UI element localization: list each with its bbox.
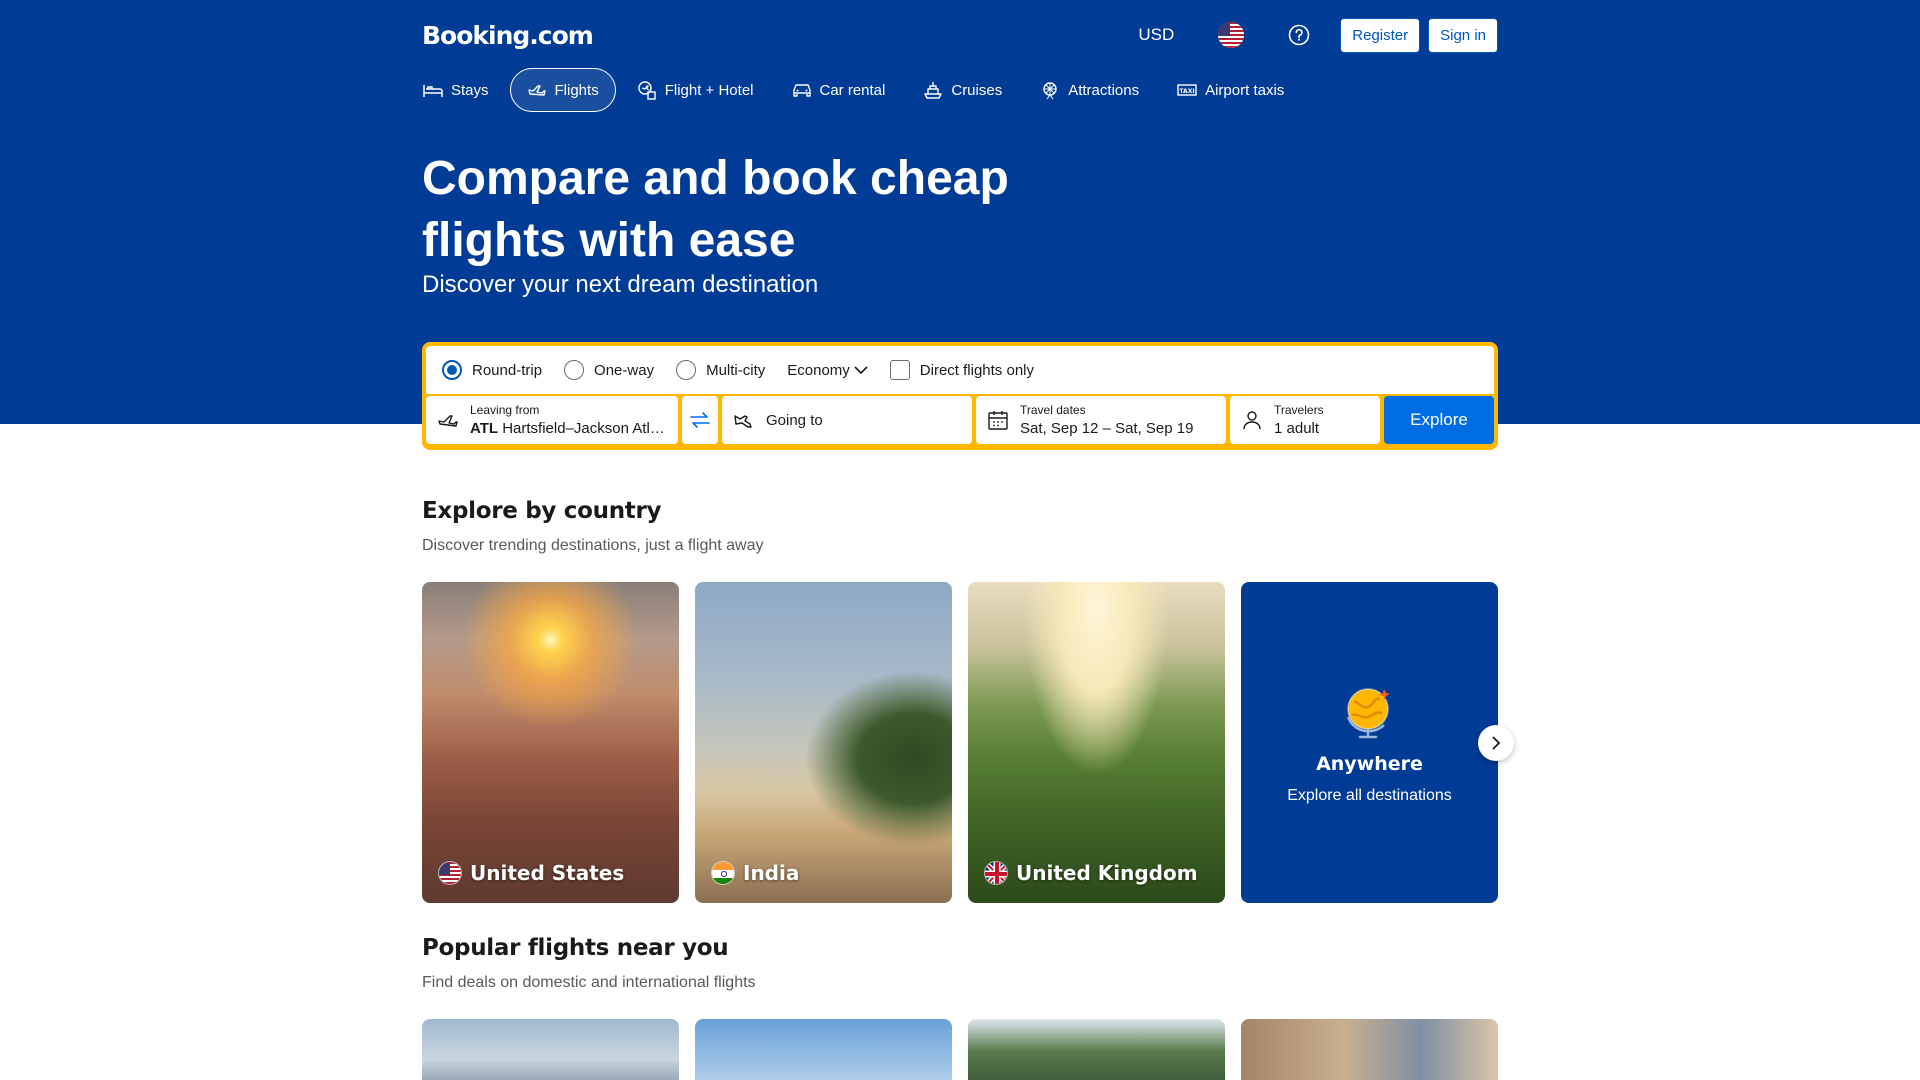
travelers-label: Travelers bbox=[1274, 403, 1324, 417]
leaving-from-label: Leaving from bbox=[470, 403, 540, 417]
nav-item-cruises[interactable]: Cruises bbox=[906, 68, 1019, 112]
leaving-from-value: ATL Hartsfield–Jackson Atlant… bbox=[470, 420, 668, 437]
nav-label: Attractions bbox=[1068, 81, 1140, 99]
booking-logo[interactable]: Booking.com bbox=[422, 21, 594, 50]
trip-type-round-trip[interactable]: Round-trip bbox=[442, 360, 542, 380]
sign-in-button[interactable]: Sign in bbox=[1428, 17, 1498, 53]
swap-airports-button[interactable] bbox=[682, 396, 718, 444]
flight-hotel-icon bbox=[638, 81, 656, 100]
nav-item-flights[interactable]: Flights bbox=[509, 68, 616, 112]
explore-section-title: Explore by country bbox=[422, 498, 662, 524]
cabin-class-select[interactable]: Economy bbox=[787, 362, 868, 379]
taxi-icon: TAXI bbox=[1177, 84, 1197, 96]
nav-item-stays[interactable]: Stays bbox=[422, 68, 506, 112]
explore-section-subtitle: Discover trending destinations, just a f… bbox=[422, 537, 764, 554]
help-icon[interactable] bbox=[1288, 24, 1310, 46]
globe-icon bbox=[1346, 687, 1390, 738]
country-name: United States bbox=[470, 861, 625, 885]
radio-indicator bbox=[676, 360, 697, 380]
nav-label: Airport taxis bbox=[1205, 81, 1285, 99]
radio-label: Multi-city bbox=[706, 361, 766, 379]
attractions-icon bbox=[1043, 82, 1057, 100]
country-card-united-states[interactable]: United States bbox=[422, 582, 679, 903]
search-options-bar: Round-trip One-way Multi-city Economy Di… bbox=[426, 346, 1494, 394]
going-to-placeholder: Going to bbox=[766, 411, 823, 429]
country-cards: United States India United Kingdom Anywh… bbox=[422, 582, 1498, 903]
popular-flight-cards bbox=[422, 1019, 1498, 1080]
cabin-class-value: Economy bbox=[787, 361, 850, 379]
svg-text:TAXI: TAXI bbox=[1180, 88, 1195, 95]
ship-icon bbox=[924, 82, 943, 99]
explore-button[interactable]: Explore bbox=[1384, 396, 1494, 444]
top-header: Booking.com USD Register Sign in bbox=[422, 0, 1498, 70]
card-caption: United Kingdom bbox=[984, 861, 1198, 885]
calendar-icon bbox=[988, 411, 1008, 430]
carousel-next-button[interactable] bbox=[1478, 725, 1514, 761]
travel-dates-label: Travel dates bbox=[1020, 403, 1086, 417]
us-flag-icon bbox=[438, 861, 462, 885]
travelers-value: 1 adult bbox=[1274, 420, 1320, 437]
anywhere-title: Anywhere bbox=[1316, 752, 1423, 775]
nav-label: Stays bbox=[451, 81, 489, 99]
currency-selector[interactable]: USD bbox=[1116, 25, 1196, 45]
trip-type-one-way[interactable]: One-way bbox=[564, 360, 654, 380]
nav-item-car-rental[interactable]: Car rental bbox=[775, 68, 903, 112]
checkbox-indicator bbox=[889, 360, 910, 380]
person-icon bbox=[1243, 411, 1261, 430]
arriving-plane-icon bbox=[734, 415, 752, 428]
nav-label: Flights bbox=[554, 81, 599, 99]
register-button[interactable]: Register bbox=[1340, 17, 1421, 53]
card-caption: United States bbox=[438, 861, 624, 885]
leaving-from-field[interactable]: Leaving from ATL Hartsfield–Jackson Atla… bbox=[426, 396, 678, 444]
country-card-anywhere[interactable]: Anywhere Explore all destinations bbox=[1241, 582, 1498, 903]
popular-flight-card[interactable] bbox=[422, 1019, 679, 1080]
travel-dates-field[interactable]: Travel dates Sat, Sep 12 – Sat, Sep 19 bbox=[976, 396, 1226, 444]
radio-label: Round-trip bbox=[472, 361, 543, 379]
nav-label: Cruises bbox=[951, 81, 1003, 99]
popular-flight-card[interactable] bbox=[968, 1019, 1225, 1080]
header-actions: USD Register Sign in bbox=[1116, 17, 1498, 53]
page-title: Compare and book cheap flights with ease bbox=[422, 152, 1009, 267]
popular-section-title: Popular flights near you bbox=[422, 935, 729, 961]
car-icon bbox=[792, 84, 811, 97]
travelers-field[interactable]: Travelers 1 adult bbox=[1230, 396, 1380, 444]
page-subtitle: Discover your next dream destination bbox=[422, 271, 819, 298]
radio-indicator bbox=[442, 360, 462, 380]
going-to-field[interactable]: Going to bbox=[722, 396, 972, 444]
flight-search-form: Round-trip One-way Multi-city Economy Di… bbox=[422, 342, 1498, 450]
radio-indicator bbox=[564, 360, 585, 380]
plane-icon bbox=[527, 85, 546, 96]
product-nav: Stays Flights Flight + Hotel Car rental … bbox=[422, 68, 1498, 112]
departing-plane-icon bbox=[438, 415, 458, 427]
anywhere-subtitle: Explore all destinations bbox=[1287, 786, 1452, 804]
country-name: United Kingdom bbox=[1016, 861, 1198, 885]
radio-label: One-way bbox=[594, 361, 655, 379]
language-flag-icon[interactable] bbox=[1218, 22, 1245, 48]
card-caption: India bbox=[711, 861, 799, 885]
swap-arrows-icon bbox=[690, 412, 710, 428]
country-card-india[interactable]: India bbox=[695, 582, 952, 903]
bed-icon bbox=[423, 85, 443, 97]
nav-item-airport-taxis[interactable]: TAXI Airport taxis bbox=[1160, 68, 1301, 112]
checkbox-label: Direct flights only bbox=[919, 361, 1034, 379]
trip-type-multi-city[interactable]: Multi-city bbox=[676, 360, 765, 380]
popular-section-subtitle: Find deals on domestic and international… bbox=[422, 974, 756, 991]
country-card-united-kingdom[interactable]: United Kingdom bbox=[968, 582, 1225, 903]
chevron-down-icon bbox=[854, 366, 868, 375]
nav-label: Flight + Hotel bbox=[664, 81, 754, 99]
airport-code: ATL bbox=[470, 420, 499, 437]
travel-dates-value: Sat, Sep 12 – Sat, Sep 19 bbox=[1020, 420, 1194, 437]
india-flag-icon bbox=[711, 861, 735, 885]
search-fields-row: Leaving from ATL Hartsfield–Jackson Atla… bbox=[426, 394, 1494, 446]
popular-flight-card[interactable] bbox=[1241, 1019, 1498, 1080]
chevron-right-icon bbox=[1492, 736, 1501, 750]
nav-label: Car rental bbox=[819, 81, 886, 99]
nav-item-flight-hotel[interactable]: Flight + Hotel bbox=[620, 68, 771, 112]
direct-flights-checkbox[interactable]: Direct flights only bbox=[889, 360, 1034, 380]
airport-name: Hartsfield–Jackson Atlant… bbox=[502, 420, 668, 437]
nav-item-attractions[interactable]: Attractions bbox=[1023, 68, 1156, 112]
popular-flight-card[interactable] bbox=[695, 1019, 952, 1080]
country-name: India bbox=[743, 861, 800, 885]
uk-flag-icon bbox=[984, 861, 1008, 885]
